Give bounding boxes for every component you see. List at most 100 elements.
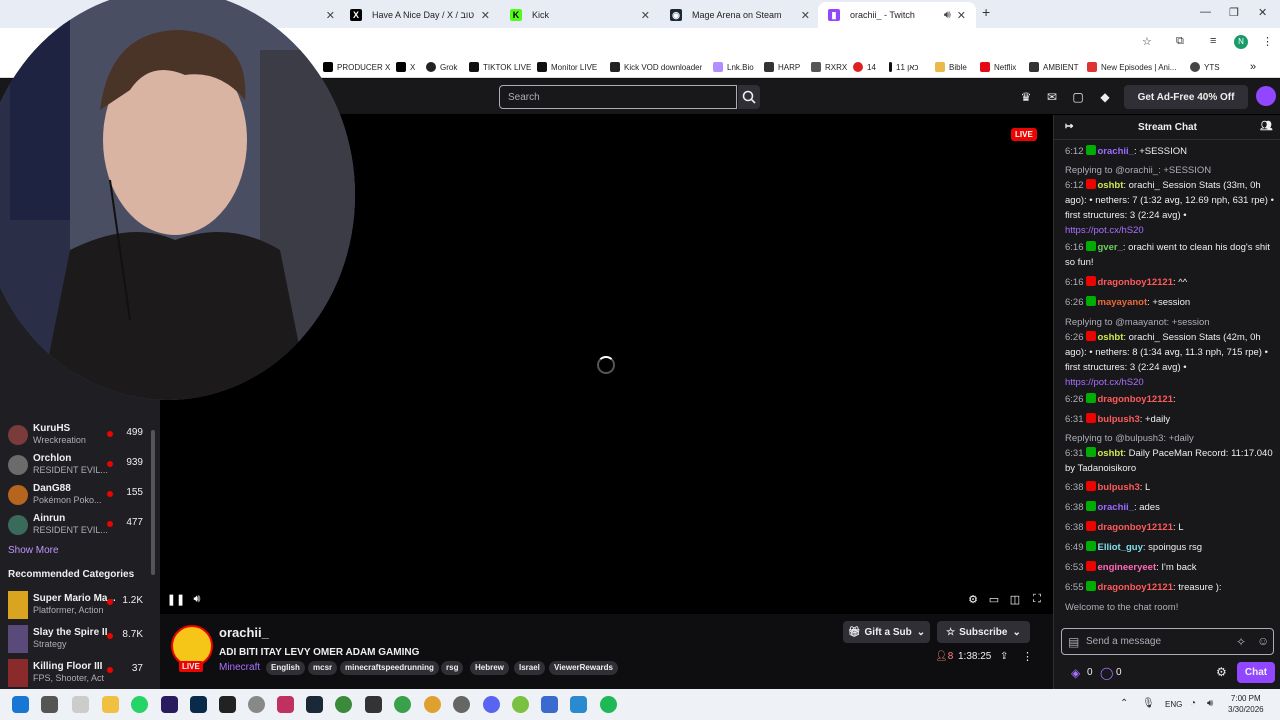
chat-username[interactable]: mayayanot [1098,297,1148,308]
chat-username[interactable]: dragonboy12121 [1098,394,1174,405]
chat-username[interactable]: bulpush3 [1098,482,1140,493]
microphone-icon[interactable]: 🎙︎ [1142,698,1155,709]
tag-pill[interactable]: mcsr [308,661,338,675]
followed-channel[interactable]: KuruHS Wreckreation 499 [8,421,153,449]
chat-username[interactable]: oshbt [1098,180,1124,191]
channel-points-icon[interactable]: ◈ [1071,666,1080,680]
steam-icon[interactable] [306,696,323,713]
tag-pill[interactable]: ViewerRewards [549,661,618,675]
pause-icon[interactable]: ❚❚ [167,592,185,606]
app-icon[interactable] [394,696,411,713]
bookmark-item[interactable]: TIKTOK LIVE [469,59,531,75]
show-more-link[interactable]: Show More [8,545,59,556]
theatre-mode-icon[interactable]: ▭ [987,592,1001,606]
chat-badge-icon[interactable] [1085,241,1096,251]
bookmark-item[interactable]: Kick VOD downloader [610,59,702,75]
community-icon[interactable]: 👥︎ [1260,121,1273,132]
tag-pill[interactable]: Hebrew [470,661,509,675]
close-icon[interactable]: ✕ [801,9,810,22]
chat-username[interactable]: orachii_ [1098,502,1134,513]
task-view-icon[interactable] [41,696,58,713]
reply-context[interactable]: Replying to @orachii_: +SESSION [1065,163,1275,178]
reply-context[interactable]: Replying to @maayanot: +session [1065,315,1275,330]
tag-pill[interactable]: English [266,661,305,675]
chat-username[interactable]: engineeryeet [1098,562,1157,573]
chat-badge-icon[interactable] [1085,561,1096,571]
chat-badge-icon[interactable] [1085,501,1096,511]
bookmark-item[interactable]: Lnk.Bio [713,59,754,75]
followed-channel[interactable]: DanG88 Pokémon Poko... 155 [8,481,153,509]
minimize-icon[interactable]: — [1200,6,1211,18]
bits-icon[interactable]: ◆ [1097,89,1113,105]
star-icon[interactable]: ☆ [1142,35,1152,48]
language-indicator[interactable]: ENG [1165,700,1182,709]
streamer-name[interactable]: orachii_ [219,625,269,640]
whispers-icon[interactable]: ▢ [1070,89,1086,105]
chat-badge-icon[interactable] [1085,413,1096,423]
browser-tab-kick[interactable]: K Kick ✕ [500,2,660,28]
app-icon[interactable] [512,696,529,713]
reply-context[interactable]: Replying to @bulpush3: +daily [1065,431,1275,446]
bookmark-item[interactable]: New Episodes | Ani... [1087,59,1176,75]
new-tab-button[interactable]: + [982,4,990,20]
emote-sparkle-icon[interactable]: ✧ [1236,635,1246,649]
close-icon[interactable]: ✕ [481,9,490,22]
app-icon[interactable] [277,696,294,713]
system-clock[interactable]: 7:00 PM 3/30/2026 [1228,693,1264,715]
close-icon[interactable]: ✕ [957,9,966,22]
whatsapp-icon[interactable] [131,696,148,713]
user-avatar[interactable] [1256,86,1276,106]
tag-pill[interactable]: Israel [514,661,545,675]
bookmark-item[interactable]: YTS [1190,59,1220,75]
bookmark-item[interactable]: Grok [426,59,457,75]
spotify-icon[interactable] [600,696,617,713]
more-bookmarks-icon[interactable]: » [1250,59,1256,75]
sidebar-scrollbar[interactable] [151,430,155,575]
bookmark-item[interactable]: Bible [935,59,967,75]
chat-settings-icon[interactable]: ⚙ [1216,665,1227,679]
bookmark-item[interactable]: Monitor LIVE [537,59,597,75]
inbox-icon[interactable]: ✉ [1044,89,1060,105]
premiere-icon[interactable] [161,696,178,713]
recommended-category[interactable]: Super Mario Ma... Platformer, Action 1.2… [8,591,153,621]
bookmark-item[interactable]: כאן 11 [889,59,918,75]
recommended-category[interactable]: Slay the Spire II Strategy 8.7K [8,625,153,655]
browser-tab-x[interactable]: X Have A Nice Day / X / יום טוב ✕ [340,2,500,28]
close-icon[interactable]: ✕ [326,9,335,22]
photoshop-icon[interactable] [190,696,207,713]
chat-badge-icon[interactable] [1085,331,1096,341]
gift-sub-button[interactable]: 🎁︎ Gift a Sub ⌄ [843,621,930,643]
bookmark-item[interactable]: PRODUCER X [323,59,390,75]
bookmark-item[interactable]: HARP [764,59,800,75]
emoji-icon[interactable]: ☺ [1257,634,1269,648]
tag-pill[interactable]: rsg [441,661,464,675]
chat-username[interactable]: dragonboy12121 [1098,582,1174,593]
chat-badge-icon[interactable] [1085,541,1096,551]
app-icon[interactable] [453,696,470,713]
message-link[interactable]: https://pot.cx/hS20 [1065,375,1275,390]
chat-badge-icon[interactable] [1085,581,1096,591]
media-icon[interactable]: ≡ [1210,35,1216,47]
chat-username[interactable]: oshbt [1098,448,1124,459]
app-icon[interactable] [335,696,352,713]
bookmark-item[interactable]: AMBIENT [1029,59,1079,75]
bookmark-item[interactable]: X [396,59,415,75]
bookmark-item[interactable]: Netflix [980,59,1016,75]
browser-tab-steam[interactable]: ◉ Mage Arena on Steam ✕ [660,2,820,28]
chat-username[interactable]: gver_ [1098,242,1123,253]
discord-icon[interactable] [483,696,500,713]
browser-tab-twitch[interactable]: ▮ orachii_ - Twitch 🔊︎ ✕ [818,2,976,28]
speaker-icon[interactable]: 🔊︎ [1207,698,1213,709]
close-icon[interactable]: ✕ [641,9,650,22]
ad-free-button[interactable]: Get Ad-Free 40% Off [1124,85,1248,109]
settings-gear-icon[interactable]: ⚙ [966,592,980,606]
chat-badge-icon[interactable] [1085,296,1096,306]
search-input[interactable]: Search [499,85,737,109]
chat-badge-icon[interactable] [1085,521,1096,531]
bits-balance-icon[interactable]: ◯ [1100,666,1113,680]
chat-username[interactable]: Elliot_guy [1098,542,1143,553]
widgets-icon[interactable] [72,696,89,713]
chat-badge-icon[interactable] [1085,276,1096,286]
share-icon[interactable]: ⇪ [1000,651,1008,662]
recommended-category[interactable]: Killing Floor III FPS, Shooter, Act 37 [8,659,153,689]
